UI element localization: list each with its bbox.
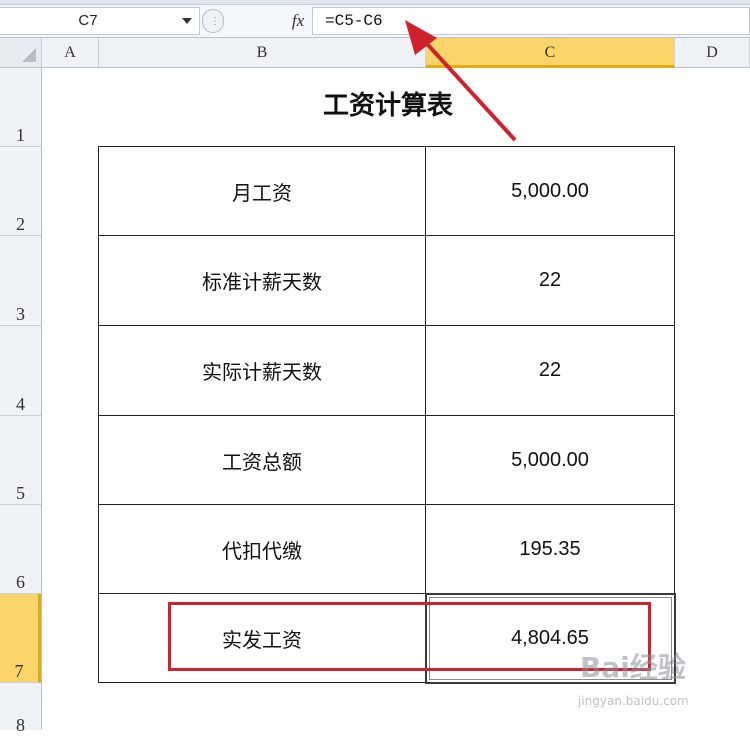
resize-handle[interactable]: ⋮ — [202, 9, 224, 33]
cell-b5[interactable]: 工资总额 — [99, 416, 426, 504]
table-row: 实际计薪天数 22 — [99, 326, 674, 416]
row-number: 4 — [16, 394, 25, 414]
column-header-c[interactable]: C — [426, 38, 675, 68]
name-box-value: C7 — [78, 12, 98, 29]
cell-c5[interactable]: 5,000.00 — [426, 416, 674, 504]
cell-c3[interactable]: 22 — [426, 236, 674, 325]
cell-c4[interactable]: 22 — [426, 326, 674, 415]
formula-text: =C5-C6 — [325, 12, 383, 30]
table-row: 代扣代缴 195.35 — [99, 505, 674, 594]
cell-b4[interactable]: 实际计薪天数 — [99, 326, 426, 415]
insert-function-icon[interactable]: fx — [286, 9, 310, 33]
watermark-logo: Bai经验 — [580, 651, 686, 684]
row-header-3[interactable]: 3 — [0, 236, 41, 326]
row-number: 6 — [16, 572, 25, 592]
cell-b2[interactable]: 月工资 — [99, 147, 426, 235]
select-all-icon — [22, 48, 36, 62]
name-box[interactable]: C7 — [0, 7, 200, 35]
cell-c2[interactable]: 5,000.00 — [426, 147, 674, 235]
row-header-5[interactable]: 5 — [0, 416, 41, 505]
row-header-6[interactable]: 6 — [0, 505, 41, 594]
formula-controls: ⋮ fx — [202, 7, 312, 35]
row-header-1[interactable]: 1 — [0, 68, 41, 147]
column-header-d[interactable]: D — [675, 38, 750, 67]
column-header-a[interactable]: A — [42, 38, 99, 67]
row-header-4[interactable]: 4 — [0, 326, 41, 416]
sheet-title: 工资计算表 — [322, 91, 453, 121]
column-header-b[interactable]: B — [99, 38, 426, 67]
row-number: 3 — [16, 304, 25, 324]
row-number: 8 — [16, 715, 25, 735]
grip-icon: ⋮ — [210, 16, 220, 27]
baidu-watermark: Bai经验 jingyan.baidu.com — [570, 640, 745, 712]
row-number: 5 — [16, 483, 25, 503]
select-all-button[interactable] — [0, 38, 42, 67]
row-number: 2 — [16, 214, 25, 234]
row-header-7[interactable]: 7 — [0, 594, 41, 683]
row-number: 1 — [16, 125, 25, 145]
formula-input[interactable]: =C5-C6 — [312, 7, 750, 35]
column-header-row: A B C D — [0, 38, 750, 68]
cell-c6[interactable]: 195.35 — [426, 505, 674, 593]
cell-b6[interactable]: 代扣代缴 — [99, 505, 426, 593]
watermark-url: jingyan.baidu.com — [578, 694, 689, 708]
row-header-column: 1 2 3 4 5 6 7 8 — [0, 68, 42, 735]
table-row: 标准计薪天数 22 — [99, 236, 674, 326]
table-row: 工资总额 5,000.00 — [99, 416, 674, 505]
table-row: 月工资 5,000.00 — [99, 147, 674, 236]
row-header-8[interactable]: 8 — [0, 683, 41, 735]
chevron-down-icon[interactable] — [180, 14, 194, 28]
row-header-2[interactable]: 2 — [0, 147, 41, 236]
row-number: 7 — [14, 661, 24, 681]
cell-b3[interactable]: 标准计薪天数 — [99, 236, 426, 325]
